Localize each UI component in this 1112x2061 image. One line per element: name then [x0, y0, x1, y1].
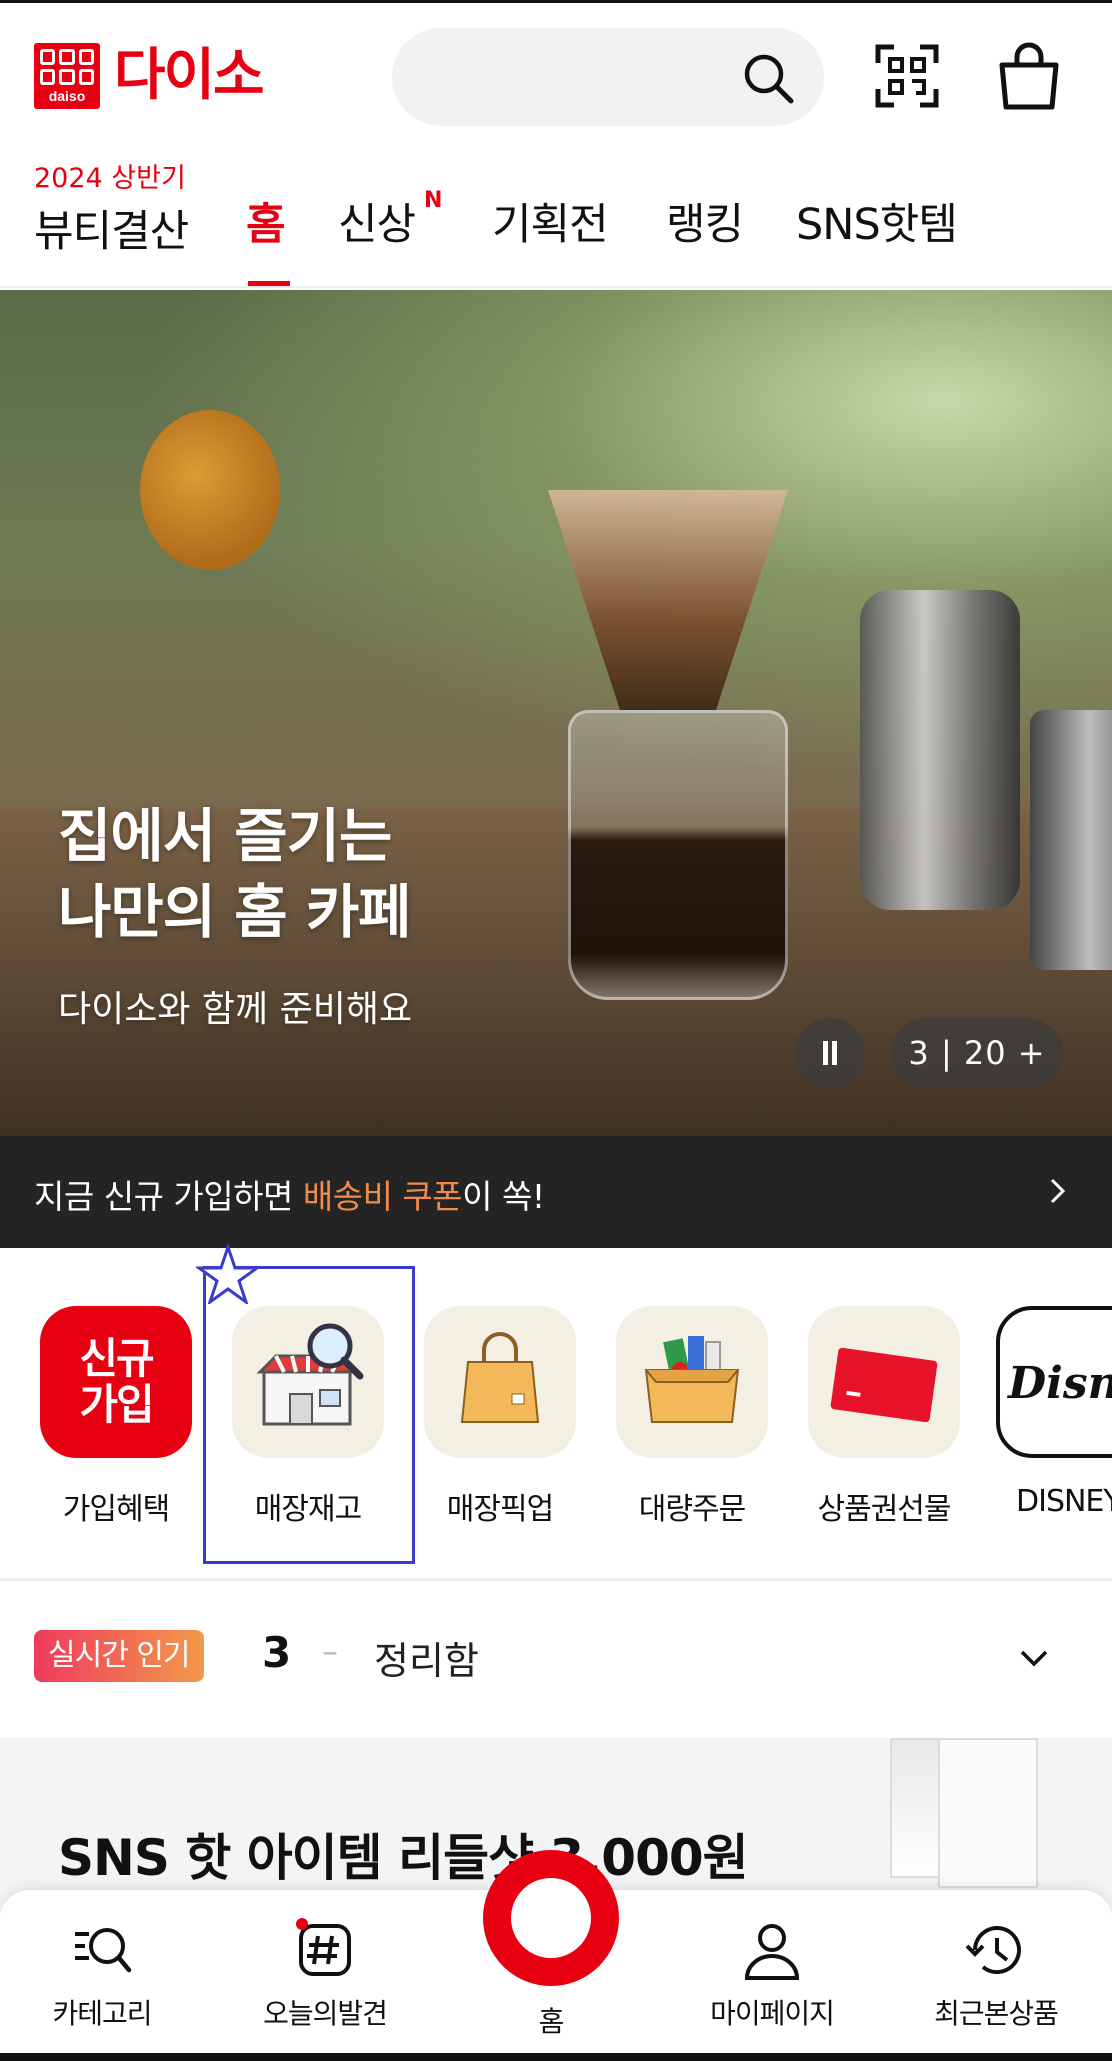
bottom-nav-label: 오늘의발견 [263, 1997, 388, 2030]
hero-fruit-image [140, 410, 280, 570]
signup-tile-line2: 가입 [79, 1380, 154, 1429]
quick-item-store-pickup[interactable]: 매장픽업 [420, 1306, 580, 1528]
chevron-down-icon[interactable] [1016, 1640, 1052, 1676]
search-icon[interactable] [740, 50, 796, 106]
new-badge: N [424, 188, 443, 213]
hero-subtitle: 다이소와 함께 준비해요 [58, 989, 413, 1030]
quick-item-label: 가입혜택 [62, 1492, 170, 1527]
realtime-dash: – [322, 1632, 338, 1670]
header: daiso 다이소 [0, 3, 1112, 143]
quick-item-gift-card[interactable]: 상품권선물 [804, 1306, 964, 1528]
promo-text: 지금 신규 가입하면 배송비 쿠폰이 쏙! [34, 1170, 545, 1218]
logo-mark: daiso [34, 43, 100, 109]
search-input[interactable] [392, 28, 824, 126]
realtime-keyword: 정리함 [374, 1639, 479, 1683]
tab-new[interactable]: 신상 [338, 190, 416, 252]
pause-button[interactable] [795, 1018, 865, 1088]
promo-text-before: 지금 신규 가입하면 [34, 1177, 303, 1216]
bottom-nav-label: 최근본상품 [934, 1997, 1059, 2030]
kettle-image [1030, 710, 1112, 970]
quick-item-signup-benefit[interactable]: 신규 가입 가입혜택 [36, 1306, 196, 1528]
sns-product-image [938, 1738, 1038, 1888]
chevron-right-icon [1050, 1178, 1066, 1204]
quick-item-label: DISNEY [1016, 1484, 1112, 1519]
logo-sub: daiso [48, 88, 86, 104]
realtime-popular[interactable]: 실시간 인기 3 – 정리함 [0, 1582, 1112, 1738]
tab-special[interactable]: 기획전 [492, 190, 609, 252]
history-clock-icon [965, 1926, 1021, 1975]
tab-beauty-settlement[interactable]: 2024 상반기 뷰티결산 [34, 156, 189, 259]
quick-menu: 신규 가입 가입혜택 매장재고 매장픽업 대량주문 상품권선물 Dis DISN… [0, 1250, 1112, 1578]
signup-tile: 신규 가입 [40, 1306, 192, 1458]
bottom-nav-label: 홈 [538, 2005, 565, 2038]
highlight-box [203, 1266, 415, 1564]
sns-section-title: SNS 핫 아이템 리들샷 3,000원 [58, 1829, 749, 1887]
box-tile-icon [616, 1306, 768, 1458]
slide-counter-button[interactable]: 3 | 20 + [891, 1018, 1063, 1088]
logo-text: 다이소 [114, 43, 265, 108]
category-search-icon [75, 1928, 132, 1973]
tab-sup-label: 2024 상반기 [34, 163, 186, 194]
hero-title: 집에서 즐기는 나만의 홈 카페 [58, 798, 412, 950]
notification-dot [296, 1918, 308, 1930]
bottom-nav: 카테고리 오늘의발견 홈 마이페이지 최근본상품 [0, 1850, 1112, 2061]
bottom-nav-category[interactable]: 카테고리 [2, 1920, 202, 2032]
system-bar [0, 2053, 1112, 2061]
coffee-grinder-image [860, 590, 1020, 910]
signup-promo-banner[interactable]: 지금 신규 가입하면 배송비 쿠폰이 쏙! [0, 1136, 1112, 1248]
signup-tile-line1: 신규 [79, 1334, 154, 1383]
daiso-logo[interactable]: daiso 다이소 [34, 43, 265, 109]
bottom-nav-home[interactable]: 홈 [451, 2000, 651, 2040]
quick-item-label: 상품권선물 [817, 1492, 952, 1527]
bottom-nav-mypage[interactable]: 마이페이지 [672, 1920, 872, 2032]
qr-scan-icon[interactable] [874, 43, 940, 109]
shopping-bag-icon[interactable] [996, 41, 1062, 111]
bottom-nav-label: 마이페이지 [710, 1997, 835, 2030]
quick-item-bulk-order[interactable]: 대량주문 [612, 1306, 772, 1528]
main-nav: 2024 상반기 뷰티결산 홈 신상 N 기획전 랭킹 SNS핫템 [0, 150, 1112, 288]
coffee-glass-image [568, 710, 788, 1000]
tab-ranking[interactable]: 랭킹 [666, 190, 744, 252]
promo-highlight: 배송비 쿠폰 [302, 1177, 463, 1216]
hero-banner[interactable]: 집에서 즐기는 나만의 홈 카페 다이소와 함께 준비해요 3 | 20 + [0, 290, 1112, 1136]
star-marker-icon [196, 1244, 260, 1304]
tab-sns-hot[interactable]: SNS핫템 [796, 190, 958, 252]
promo-text-after: 이 쏙! [462, 1177, 545, 1216]
person-icon [744, 1924, 800, 1980]
section-divider [0, 1578, 1112, 1581]
realtime-rank: 3 [262, 1628, 292, 1677]
bottom-nav-label: 카테고리 [52, 1997, 152, 2030]
home-ring-icon[interactable] [483, 1850, 619, 1986]
quick-item-disney[interactable]: Disney DISNEY [996, 1306, 1112, 1519]
shopping-bag-tile-icon [424, 1306, 576, 1458]
bottom-nav-recent[interactable]: 최근본상품 [896, 1920, 1096, 2032]
tab-home[interactable]: 홈 [246, 190, 286, 252]
active-tab-indicator [248, 281, 290, 286]
disney-logo-tile: Disney [996, 1306, 1112, 1458]
quick-item-label: 매장픽업 [446, 1492, 554, 1527]
quick-item-label: 대량주문 [638, 1492, 746, 1527]
realtime-badge: 실시간 인기 [34, 1630, 204, 1682]
bottom-nav-today[interactable]: 오늘의발견 [225, 1920, 425, 2032]
hero-title-line1: 집에서 즐기는 [58, 802, 392, 870]
hero-title-line2: 나만의 홈 카페 [58, 878, 412, 946]
tab-label: 뷰티결산 [34, 207, 189, 257]
gift-card-icon [808, 1306, 960, 1458]
